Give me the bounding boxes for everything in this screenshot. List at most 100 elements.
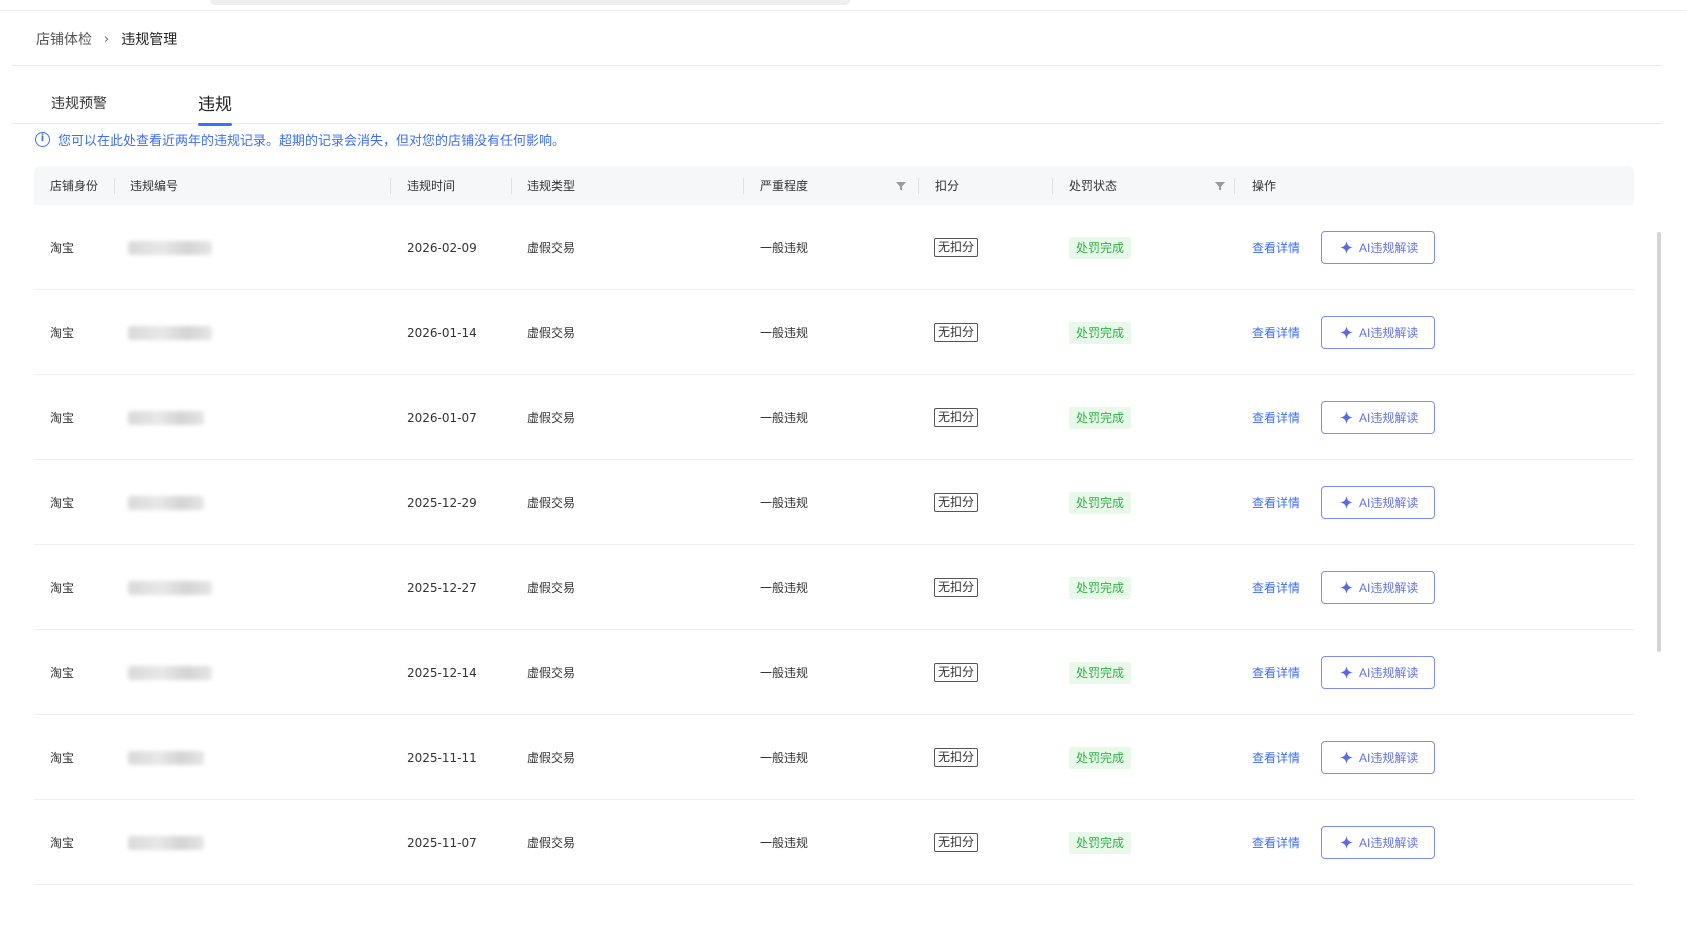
shop-cell: 淘宝: [50, 375, 74, 460]
violation-id-cell: [128, 715, 204, 800]
score-cell: 无扣分: [934, 290, 979, 375]
status-filter-icon[interactable]: [1215, 181, 1225, 191]
violation-type: 虚假交易: [527, 411, 576, 425]
tab-label: 违规: [198, 95, 232, 115]
view-detail-link[interactable]: 查看详情: [1252, 239, 1300, 256]
view-detail-link[interactable]: 查看详情: [1252, 494, 1300, 511]
column-header-status: 处罚状态: [1069, 179, 1118, 193]
ai-button-label: AI违规解读: [1359, 751, 1419, 765]
table-row: 淘宝 2025-12-27 虚假交易 一般违规 无扣分 处罚完成 查看详情 AI…: [34, 545, 1634, 630]
view-detail-link[interactable]: 查看详情: [1252, 579, 1300, 596]
view-detail-link[interactable]: 查看详情: [1252, 749, 1300, 766]
severity-level: 一般违规: [760, 836, 809, 850]
ai-button-label: AI违规解读: [1359, 666, 1419, 680]
violation-id-cell: [128, 800, 204, 885]
violation-id-redacted: [128, 835, 204, 850]
violation-date: 2026-01-07: [407, 410, 477, 425]
view-detail-link[interactable]: 查看详情: [1252, 409, 1300, 426]
shop-identity: 淘宝: [50, 496, 75, 510]
date-cell: 2026-01-14: [407, 290, 477, 375]
violation-id-redacted: [128, 750, 204, 765]
ai-cell: AI违规解读: [1321, 800, 1436, 885]
breadcrumb: 店铺体检 › 违规管理: [36, 28, 177, 50]
violation-date: 2025-11-07: [407, 835, 477, 850]
violation-id-redacted: [128, 665, 212, 680]
severity-cell: 一般违规: [760, 545, 808, 630]
vertical-scrollbar[interactable]: [1657, 232, 1661, 652]
view-detail-link[interactable]: 查看详情: [1252, 324, 1300, 341]
column-header-date: 违规时间: [407, 179, 456, 193]
severity-level: 一般违规: [760, 581, 809, 595]
status-cell: 处罚完成: [1069, 630, 1132, 715]
ai-button-label: AI违规解读: [1359, 411, 1419, 425]
breadcrumb-parent[interactable]: 店铺体检: [36, 29, 92, 49]
violation-type: 虚假交易: [527, 836, 576, 850]
severity-level: 一般违规: [760, 496, 809, 510]
violation-id-cell: [128, 630, 212, 715]
search-bar-edge[interactable]: [210, 0, 850, 5]
type-cell: 虚假交易: [527, 715, 575, 800]
violation-id-redacted: [128, 240, 212, 255]
date-cell: 2025-11-11: [407, 715, 477, 800]
header-divider: [12, 65, 1662, 66]
column-divider: [390, 178, 391, 194]
status-badge: 处罚完成: [1069, 576, 1132, 599]
detail-cell: 查看详情: [1252, 545, 1300, 630]
column-header-shop: 店铺身份: [50, 179, 99, 193]
column-header-severity: 严重程度: [760, 179, 809, 193]
shop-cell: 淘宝: [50, 630, 74, 715]
severity-cell: 一般违规: [760, 375, 808, 460]
tab-violation[interactable]: 违规: [198, 90, 232, 126]
view-detail-link[interactable]: 查看详情: [1252, 834, 1300, 851]
score-cell: 无扣分: [934, 205, 979, 290]
ai-button-label: AI违规解读: [1359, 581, 1419, 595]
shop-cell: 淘宝: [50, 715, 74, 800]
violation-date: 2025-12-14: [407, 665, 477, 680]
sparkle-icon: [1340, 666, 1353, 679]
violation-id-cell: [128, 460, 204, 545]
view-detail-link[interactable]: 查看详情: [1252, 664, 1300, 681]
ai-cell: AI违规解读: [1321, 460, 1436, 545]
severity-cell: 一般违规: [760, 205, 808, 290]
notice-bar: i 您可以在此处查看近两年的违规记录。超期的记录会消失，但对您的店铺没有任何影响…: [35, 130, 566, 149]
severity-cell: 一般违规: [760, 290, 808, 375]
score-cell: 无扣分: [934, 800, 979, 885]
date-cell: 2026-01-07: [407, 375, 477, 460]
notice-text: 您可以在此处查看近两年的违规记录。超期的记录会消失，但对您的店铺没有任何影响。: [58, 133, 566, 149]
status-cell: 处罚完成: [1069, 800, 1132, 885]
ai-interpret-button[interactable]: AI违规解读: [1321, 486, 1436, 519]
ai-interpret-button[interactable]: AI违规解读: [1321, 231, 1436, 264]
status-badge: 处罚完成: [1069, 236, 1132, 259]
ai-interpret-button[interactable]: AI违规解读: [1321, 316, 1436, 349]
score-tag: 无扣分: [934, 663, 979, 682]
violation-id-cell: [128, 205, 212, 290]
table-header: 店铺身份 违规编号 违规时间 违规类型 严重程度 扣分 处罚状态 操作: [34, 166, 1634, 205]
sparkle-icon: [1340, 751, 1353, 764]
severity-filter-icon[interactable]: [896, 181, 906, 191]
ai-interpret-button[interactable]: AI违规解读: [1321, 656, 1436, 689]
severity-level: 一般违规: [760, 241, 809, 255]
column-divider: [1052, 178, 1053, 194]
score-cell: 无扣分: [934, 460, 979, 545]
date-cell: 2025-12-29: [407, 460, 477, 545]
violation-date: 2026-01-14: [407, 325, 477, 340]
sparkle-icon: [1340, 241, 1353, 254]
ai-interpret-button[interactable]: AI违规解读: [1321, 571, 1436, 604]
violation-id-redacted: [128, 410, 204, 425]
violation-type: 虚假交易: [527, 751, 576, 765]
detail-cell: 查看详情: [1252, 715, 1300, 800]
ai-interpret-button[interactable]: AI违规解读: [1321, 826, 1436, 859]
ai-button-label: AI违规解读: [1359, 241, 1419, 255]
date-cell: 2025-12-14: [407, 630, 477, 715]
ai-button-label: AI违规解读: [1359, 496, 1419, 510]
ai-interpret-button[interactable]: AI违规解读: [1321, 741, 1436, 774]
column-header-score: 扣分: [935, 179, 960, 193]
shop-identity: 淘宝: [50, 836, 75, 850]
status-badge: 处罚完成: [1069, 406, 1132, 429]
shop-identity: 淘宝: [50, 581, 75, 595]
column-divider: [743, 178, 744, 194]
ai-interpret-button[interactable]: AI违规解读: [1321, 401, 1436, 434]
ai-button-label: AI违规解读: [1359, 326, 1419, 340]
column-header-actions: 操作: [1252, 179, 1277, 193]
tab-violation-warning[interactable]: 违规预警: [51, 93, 107, 113]
